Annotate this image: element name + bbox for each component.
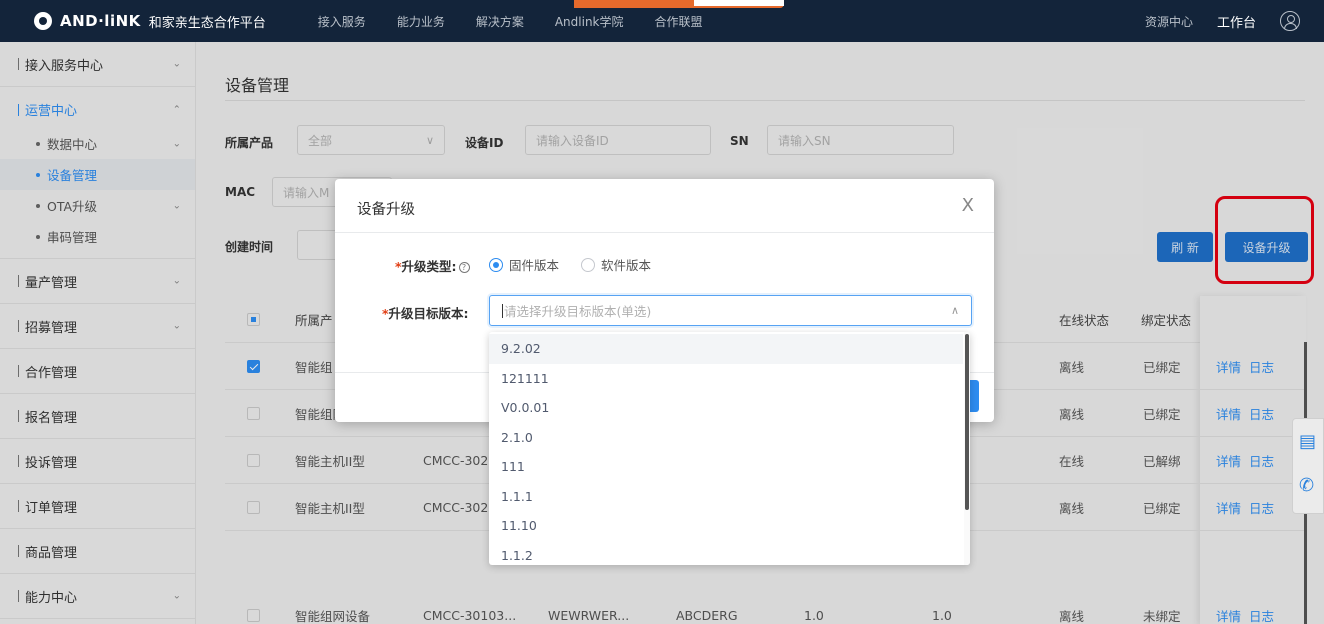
nav-alliance[interactable]: 合作联盟 <box>655 13 703 30</box>
upgrade-type-label: *升级类型:? <box>395 256 470 275</box>
top-banner-tab <box>574 0 784 8</box>
nav-academy[interactable]: Andlink学院 <box>555 13 624 30</box>
logo[interactable]: AND·liNK 和家亲生态合作平台 <box>34 12 266 31</box>
modal-title: 设备升级 <box>357 202 415 218</box>
radio-firmware-label: 固件版本 <box>509 258 560 273</box>
radio-checked-icon <box>489 257 503 272</box>
top-navbar: AND·liNK 和家亲生态合作平台 接入服务 能力业务 解决方案 Andlin… <box>0 0 1324 42</box>
version-option[interactable]: 11.10 <box>489 511 963 541</box>
nav-right: 资源中心 工作台 <box>1145 0 1300 42</box>
user-icon[interactable] <box>1280 11 1300 31</box>
main-nav: 接入服务 能力业务 解决方案 Andlink学院 合作联盟 <box>318 13 734 30</box>
radio-firmware[interactable]: 固件版本 <box>489 255 559 274</box>
target-version-select[interactable]: 请选择升级目标版本(单选) ∧ <box>489 295 972 326</box>
logo-icon <box>34 12 52 30</box>
radio-software-label: 软件版本 <box>601 258 652 273</box>
text-caret <box>502 304 503 318</box>
logo-subtitle: 和家亲生态合作平台 <box>148 15 266 31</box>
nav-resource-center[interactable]: 资源中心 <box>1145 13 1193 30</box>
target-version-text: 升级目标版本: <box>388 306 469 321</box>
version-option[interactable]: 121111 <box>489 364 963 394</box>
radio-software[interactable]: 软件版本 <box>581 255 651 274</box>
version-option[interactable]: 1.1.1 <box>489 482 963 512</box>
modal-divider <box>335 232 994 233</box>
nav-solutions[interactable]: 解决方案 <box>476 13 524 30</box>
radio-unchecked-icon <box>581 257 595 272</box>
nav-workbench[interactable]: 工作台 <box>1217 12 1256 31</box>
version-option[interactable]: 2.1.0 <box>489 423 963 453</box>
version-option[interactable]: 9.2.02 <box>489 334 963 364</box>
help-icon[interactable]: ? <box>458 262 470 273</box>
chevron-up-icon: ∧ <box>950 304 959 317</box>
nav-capability[interactable]: 能力业务 <box>397 13 445 30</box>
version-option[interactable]: 1.1.2 <box>489 541 963 566</box>
nav-access-service[interactable]: 接入服务 <box>318 13 366 30</box>
version-option[interactable]: 111 <box>489 452 963 482</box>
dropdown-scroll-thumb[interactable] <box>965 334 969 510</box>
target-version-label: *升级目标版本: <box>382 303 469 322</box>
logo-text: AND·liNK <box>60 12 141 30</box>
upgrade-type-text: 升级类型: <box>401 259 457 274</box>
target-version-placeholder: 请选择升级目标版本(单选) <box>504 304 652 319</box>
version-dropdown: 9.2.02 121111 V0.0.01 2.1.0 111 1.1.1 11… <box>489 332 970 565</box>
close-icon[interactable]: X <box>962 195 974 216</box>
version-option[interactable]: V0.0.01 <box>489 393 963 423</box>
